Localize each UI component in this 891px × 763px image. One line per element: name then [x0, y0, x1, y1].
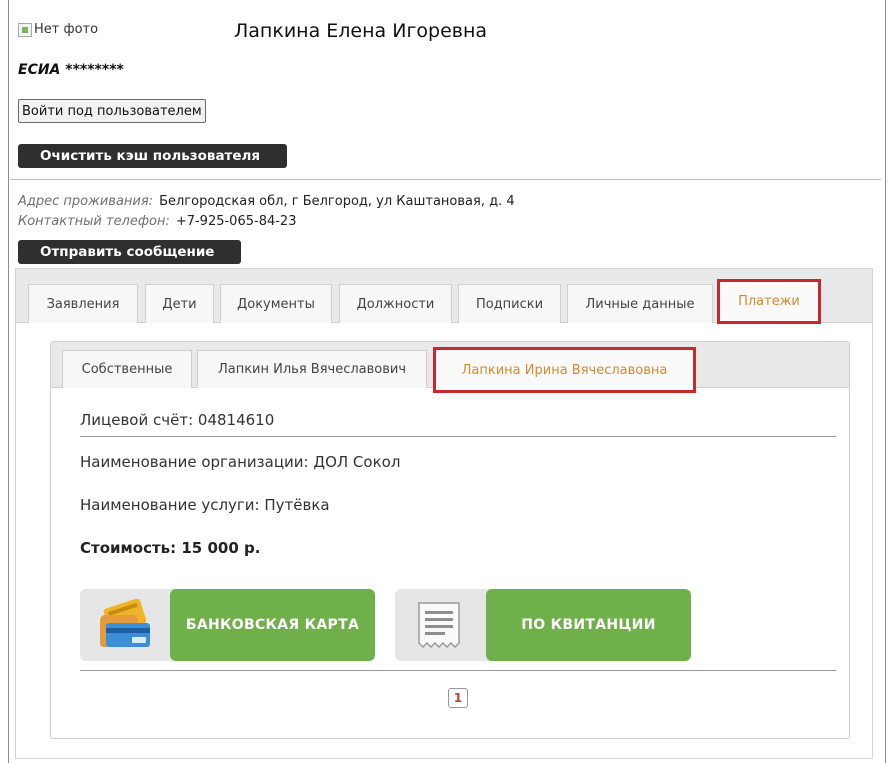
- phone-line: Контактный телефон: +7-925-065-84-23: [18, 214, 296, 229]
- divider: [80, 670, 836, 671]
- cost-value: Стоимость: 15 000 р.: [80, 539, 261, 557]
- address-label: Адрес проживания:: [18, 194, 154, 209]
- payments-panel: Собственные Лапкин Илья Вячеславович Лап…: [50, 341, 850, 739]
- phone-value: +7-925-065-84-23: [175, 214, 297, 229]
- service-name: Наименование услуги: Путёвка: [80, 496, 330, 514]
- profile-photo: Нет фото: [18, 22, 98, 37]
- divider: [10, 179, 881, 180]
- esia-line: ЕСИА ********: [18, 62, 124, 78]
- pay-by-receipt-button[interactable]: ПО КВИТАНЦИИ: [486, 589, 691, 661]
- address-line: Адрес проживания: Белгородская обл, г Бел…: [18, 194, 515, 209]
- pay-by-receipt-group[interactable]: ПО КВИТАНЦИИ: [395, 589, 691, 661]
- esia-value: ********: [65, 62, 124, 78]
- pay-by-card-button[interactable]: БАНКОВСКАЯ КАРТА: [170, 589, 375, 661]
- organization-name: Наименование организации: ДОЛ Сокол: [80, 453, 401, 471]
- receipt-icon: [418, 602, 460, 649]
- tab-children[interactable]: Дети: [145, 284, 214, 323]
- account-number: Лицевой счёт: 04814610: [80, 411, 275, 429]
- tab-positions[interactable]: Должности: [339, 284, 452, 323]
- login-as-user-button[interactable]: Войти под пользователем: [18, 99, 206, 123]
- credit-card-icon: [100, 599, 150, 647]
- broken-image-icon: [18, 22, 32, 37]
- phone-label: Контактный телефон:: [18, 214, 170, 229]
- main-tabbar: Заявления Дети Документы Должности Подпи…: [16, 269, 872, 324]
- tab-payments[interactable]: Платежи: [717, 279, 821, 324]
- tab-applications[interactable]: Заявления: [28, 284, 138, 323]
- send-message-button[interactable]: Отправить сообщение: [18, 240, 241, 264]
- clear-cache-button[interactable]: Очистить кэш пользователя: [18, 144, 287, 168]
- user-full-name: Лапкина Елена Игоревна: [234, 20, 488, 42]
- photo-alt-text: Нет фото: [34, 22, 99, 37]
- pagination-page-1[interactable]: 1: [448, 688, 468, 708]
- tab-subscriptions[interactable]: Подписки: [458, 284, 561, 323]
- payments-subtabbar: Собственные Лапкин Илья Вячеславович Лап…: [51, 342, 849, 393]
- subtab-own[interactable]: Собственные: [62, 350, 192, 388]
- address-value: Белгородская обл, г Белгород, ул Каштано…: [159, 194, 515, 209]
- pay-by-card-group[interactable]: БАНКОВСКАЯ КАРТА: [80, 589, 375, 661]
- subtab-lapkin-ilya[interactable]: Лапкин Илья Вячеславович: [197, 350, 427, 388]
- tab-documents[interactable]: Документы: [220, 284, 332, 323]
- profile-tabs-panel: Заявления Дети Документы Должности Подпи…: [15, 268, 873, 759]
- tab-personal-data[interactable]: Личные данные: [567, 284, 713, 323]
- divider: [80, 436, 836, 437]
- subtab-lapkina-irina[interactable]: Лапкина Ирина Вячеславовна: [433, 347, 696, 393]
- esia-label: ЕСИА: [18, 62, 61, 78]
